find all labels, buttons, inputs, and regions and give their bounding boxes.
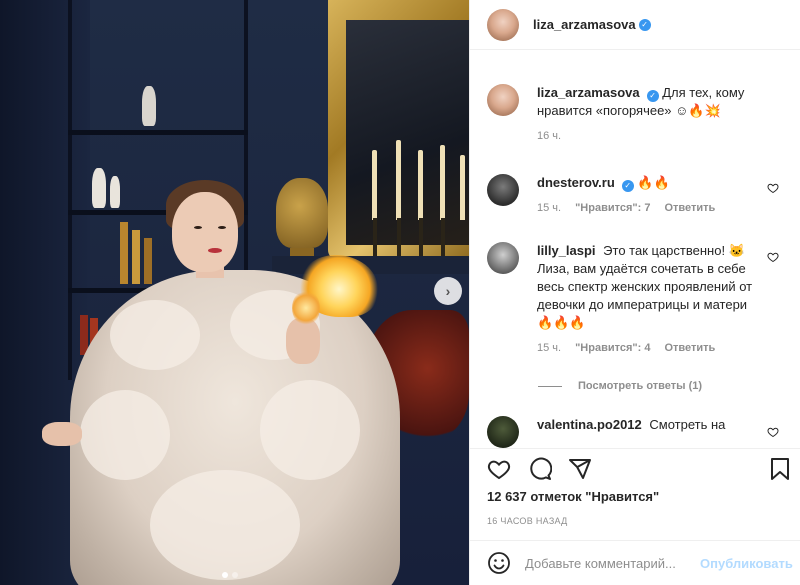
comment-reply-button[interactable]: Ответить (664, 202, 715, 214)
comment-username[interactable]: valentina.po2012 (537, 417, 642, 432)
carousel-dot (232, 572, 238, 578)
photo-eye (194, 226, 202, 229)
photo-ruffle (260, 380, 360, 480)
carousel-dots (222, 572, 238, 578)
caption-time[interactable]: 16 ч. (537, 130, 561, 142)
chevron-right-icon: › (445, 283, 451, 299)
view-replies-label: Посмотреть ответы (1) (578, 380, 703, 392)
comments-list[interactable]: liza_arzamasova ✓ Для тех, кому нравится … (470, 50, 800, 448)
carousel-dot-active (222, 572, 228, 578)
comment-username[interactable]: dnesterov.ru (537, 175, 615, 190)
photo-book (132, 230, 140, 284)
photo-mirror (346, 20, 469, 245)
post-actions (470, 448, 800, 488)
verified-badge-icon: ✓ (638, 18, 651, 31)
post-side-panel: liza_arzamasova ✓ liza_arzamasova ✓ Для т… (469, 0, 800, 585)
likes-count[interactable]: 12 637 отметок "Нравится" (487, 489, 659, 504)
comment-input[interactable] (525, 555, 700, 571)
photo-lamp (276, 178, 328, 248)
comment-avatar[interactable] (487, 416, 519, 448)
photo-vase (92, 168, 106, 208)
photo-eye (218, 226, 226, 229)
carousel-next-button[interactable]: › (434, 277, 462, 305)
comment-item: lilly_laspi Это так царственно! 🐱 Лиза, … (487, 242, 787, 354)
photo-candle-holder (419, 218, 423, 258)
like-heart-icon[interactable] (487, 457, 511, 481)
photo-flame (292, 290, 320, 326)
photo-candle (396, 140, 401, 220)
share-icon[interactable] (568, 457, 592, 481)
photo-candle (460, 155, 465, 220)
bookmark-icon[interactable] (768, 457, 792, 481)
photo-lips (208, 248, 222, 253)
heart-icon[interactable] (767, 426, 779, 438)
photo-statue (142, 86, 156, 126)
emoji-icon[interactable] (487, 551, 511, 575)
photo-candle-holder (373, 218, 377, 258)
verified-badge-icon: ✓ (621, 180, 634, 192)
post-timestamp[interactable]: 16 ЧАСОВ НАЗАД (487, 516, 568, 526)
photo-candle (440, 145, 445, 220)
photo-book (144, 238, 152, 284)
photo-book (120, 222, 128, 284)
comment-username[interactable]: lilly_laspi (537, 243, 596, 258)
comment-text: Смотреть на (649, 417, 726, 432)
comment-avatar[interactable] (487, 174, 519, 206)
post-header: liza_arzamasova ✓ (470, 0, 800, 50)
photo-candle-holder (441, 218, 445, 258)
view-replies-button[interactable]: Посмотреть ответы (1) (538, 380, 702, 392)
verified-badge-icon: ✓ (646, 90, 659, 102)
author-avatar[interactable] (487, 8, 519, 41)
caption-username[interactable]: liza_arzamasova (537, 85, 640, 100)
comment-time[interactable]: 15 ч. (537, 342, 561, 354)
comment-text: 🔥🔥 (637, 175, 670, 190)
heart-icon[interactable] (767, 182, 779, 194)
comment-item: dnesterov.ru ✓ 🔥🔥 15 ч. "Нравится": 7 Отв… (487, 174, 787, 214)
photo-shelf (68, 130, 248, 135)
photo-ruffle (150, 470, 300, 580)
photo-face (172, 192, 238, 272)
photo-vase (110, 176, 120, 208)
publish-button[interactable]: Опубликовать (700, 556, 793, 571)
comment-time[interactable]: 15 ч. (537, 202, 561, 214)
add-comment-bar: Опубликовать (470, 540, 800, 585)
author-username[interactable]: liza_arzamasova (533, 17, 636, 32)
comment-likes[interactable]: "Нравится": 7 (575, 202, 650, 214)
caption-avatar[interactable] (487, 84, 519, 116)
heart-icon[interactable] (767, 251, 779, 263)
comment-likes[interactable]: "Нравится": 4 (575, 342, 650, 354)
post-photo[interactable]: › (0, 0, 469, 585)
divider (538, 385, 562, 387)
photo-candle (372, 150, 377, 220)
photo-ruffle (80, 390, 170, 480)
photo-candle (418, 150, 423, 220)
photo-hand (42, 422, 82, 446)
photo-candle-holder (397, 218, 401, 258)
photo-ruffle (110, 300, 200, 370)
caption: liza_arzamasova ✓ Для тех, кому нравится … (487, 84, 787, 142)
comment-reply-button[interactable]: Ответить (664, 342, 715, 354)
comment-icon[interactable] (528, 457, 552, 481)
comment-avatar[interactable] (487, 242, 519, 274)
comment-item: valentina.po2012 Смотреть на (487, 416, 787, 448)
